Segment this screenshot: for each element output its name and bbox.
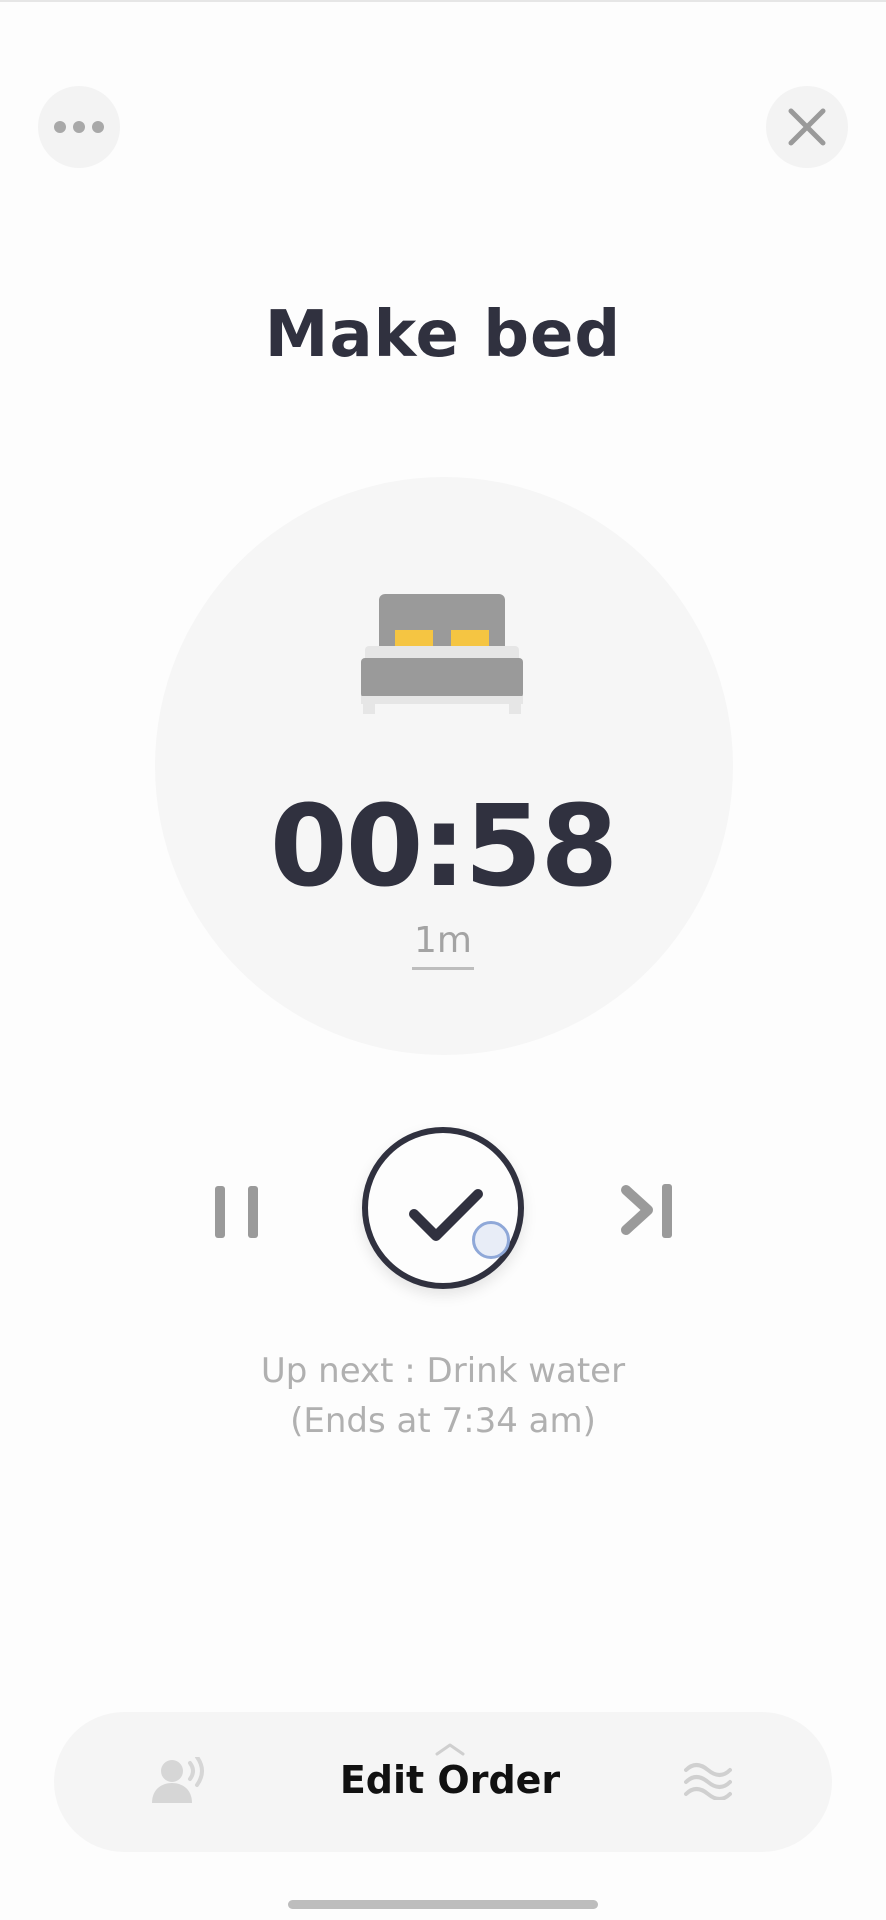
home-indicator[interactable]: [288, 1900, 598, 1909]
close-button[interactable]: [766, 86, 848, 168]
duration-link[interactable]: 1m: [0, 920, 886, 970]
close-icon: [788, 108, 826, 146]
edit-order-button[interactable]: Edit Order: [300, 1742, 600, 1802]
skip-button[interactable]: [618, 1178, 682, 1242]
more-button[interactable]: [38, 86, 120, 168]
edit-order-label: Edit Order: [339, 1758, 561, 1802]
wave-icon[interactable]: [684, 1760, 732, 1800]
timer-countdown: 00:58: [269, 782, 619, 912]
more-horizontal-icon: [54, 121, 104, 133]
pause-icon: [215, 1186, 258, 1238]
chevron-up-icon: [435, 1743, 465, 1756]
ends-at-label: (Ends at 7:34 am): [290, 1401, 596, 1441]
timer-screen: Make bed 00:58 1m Up next : Drink water …: [0, 0, 886, 1920]
up-next-info: Up next : Drink water (Ends at 7:34 am): [0, 1346, 886, 1446]
bed-icon: [361, 594, 523, 714]
pause-button[interactable]: [204, 1178, 268, 1242]
touch-indicator: [472, 1221, 510, 1259]
duration-label: 1m: [412, 920, 474, 970]
voice-person-icon[interactable]: [150, 1757, 208, 1805]
skip-next-icon: [621, 1184, 672, 1238]
task-title: Make bed: [264, 298, 622, 372]
checkmark-icon: [409, 1189, 483, 1241]
complete-task-button[interactable]: [362, 1127, 524, 1289]
up-next-label: Up next : Drink water: [260, 1351, 626, 1391]
